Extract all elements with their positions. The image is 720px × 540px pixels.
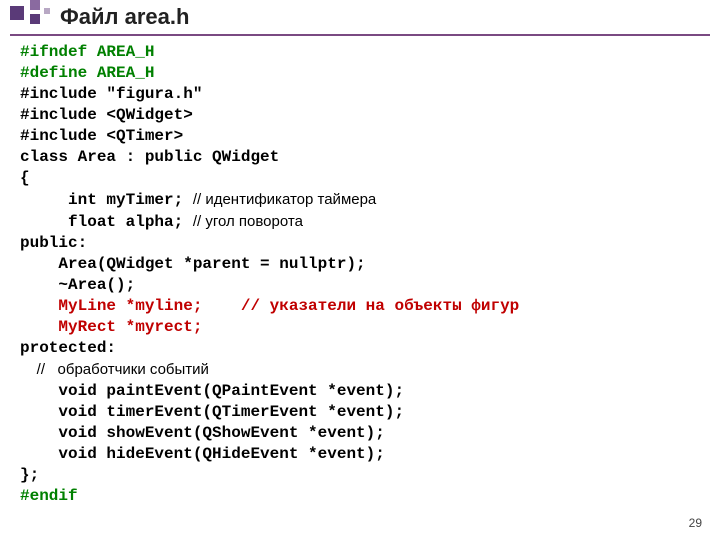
code-line: int myTimer;: [20, 191, 193, 209]
code-comment: // идентификатор таймера: [193, 191, 376, 208]
slide-title: Файл area.h: [60, 4, 189, 30]
code-line: #ifndef AREA_H: [20, 43, 154, 61]
code-line: MyRect *myrect;: [20, 318, 202, 336]
code-line: ~Area();: [20, 276, 135, 294]
code-comment: // угол поворота: [193, 213, 303, 230]
page-number: 29: [689, 516, 702, 530]
corner-decoration: [0, 0, 58, 36]
code-line: MyLine *myline; // указатели на объекты …: [20, 297, 519, 315]
code-comment: // обработчики событий: [20, 361, 209, 378]
code-line: protected:: [20, 339, 116, 357]
code-line: #include <QTimer>: [20, 127, 183, 145]
code-line: {: [20, 169, 30, 187]
code-line: #define AREA_H: [20, 64, 154, 82]
code-line: public:: [20, 234, 87, 252]
code-line: class Area : public QWidget: [20, 148, 279, 166]
code-line: Area(QWidget *parent = nullptr);: [20, 255, 366, 273]
code-line: #include "figura.h": [20, 85, 202, 103]
code-line: float alpha;: [20, 213, 193, 231]
code-line: void paintEvent(QPaintEvent *event);: [20, 382, 404, 400]
code-line: void hideEvent(QHideEvent *event);: [20, 445, 385, 463]
code-line: void timerEvent(QTimerEvent *event);: [20, 403, 404, 421]
code-line: };: [20, 466, 39, 484]
code-line: #endif: [20, 487, 78, 505]
code-line: void showEvent(QShowEvent *event);: [20, 424, 385, 442]
title-underline: [10, 34, 710, 36]
code-block: #ifndef AREA_H #define AREA_H #include "…: [20, 42, 700, 507]
code-line: #include <QWidget>: [20, 106, 193, 124]
